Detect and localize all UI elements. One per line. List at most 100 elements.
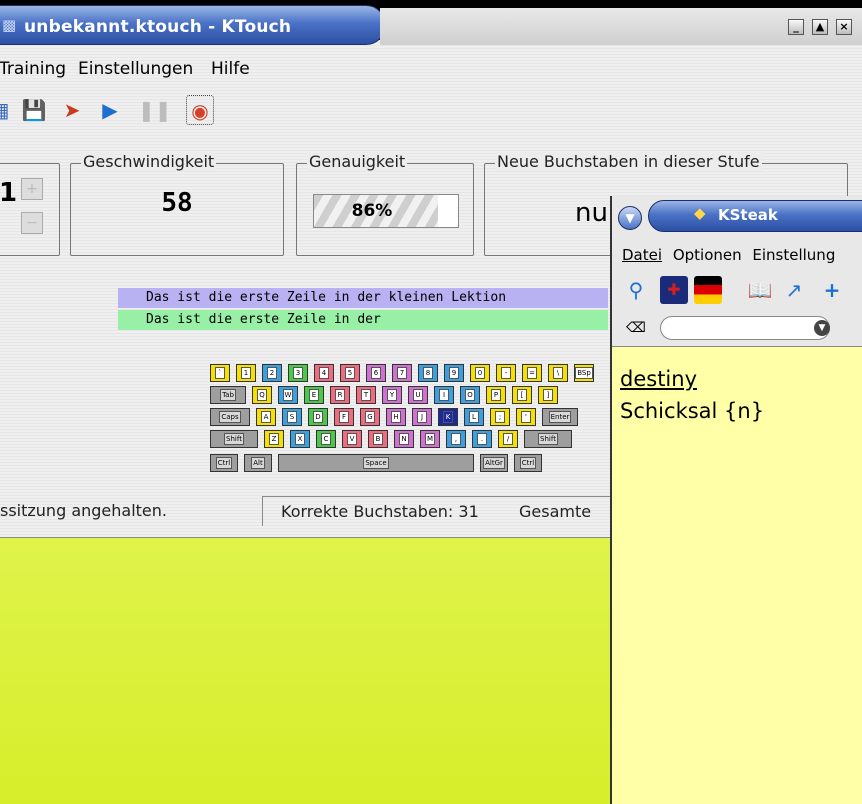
key-2: 2	[262, 364, 282, 382]
result-translation: Schicksal {n}	[620, 399, 765, 423]
save-icon[interactable]: 💾	[20, 95, 48, 125]
german-flag-icon[interactable]	[694, 276, 722, 304]
open-icon[interactable]: ▦	[0, 95, 14, 125]
key-ctrl: Ctrl	[210, 454, 238, 472]
menu-hilfe[interactable]: Hilfe	[211, 59, 250, 79]
accuracy-box: Genauigkeit 86%	[296, 152, 474, 256]
ksteak-app-icon: ◆	[694, 204, 706, 222]
key-4: 4	[314, 364, 334, 382]
add-icon[interactable]: +	[818, 276, 846, 304]
menu-einstellung[interactable]: Einstellung	[752, 246, 835, 264]
key-: [	[512, 386, 532, 404]
maximize-button[interactable]: ▲	[812, 19, 828, 35]
total-letters: Gesamte	[519, 502, 592, 521]
key-g: G	[360, 408, 380, 426]
menu-training[interactable]: Training	[0, 59, 66, 79]
clear-search-icon[interactable]: ⌫	[622, 314, 650, 342]
key-i: I	[434, 386, 454, 404]
key-n: N	[394, 430, 414, 448]
key-tab: Tab	[210, 386, 246, 404]
ksteak-titlebar[interactable]: ▼ ◆ KSteak	[612, 196, 862, 234]
key-enter: Enter	[542, 408, 578, 426]
key-p: P	[486, 386, 506, 404]
status-message: ssitzung angehalten.	[0, 501, 167, 520]
key-w: W	[278, 386, 298, 404]
ktouch-app-icon[interactable]: ▩	[2, 16, 20, 34]
new-letters-value: nu	[575, 198, 608, 228]
key-: \	[548, 364, 568, 382]
new-letters-label: Neue Buchstaben in dieser Stufe	[495, 152, 762, 171]
key-f: F	[334, 408, 354, 426]
key-shift: Shift	[210, 430, 258, 448]
key-: -	[496, 364, 516, 382]
level-down-button[interactable]: −	[21, 212, 43, 234]
key-alt: Alt	[244, 454, 272, 472]
search-input[interactable]	[660, 316, 830, 340]
speed-value: 58	[161, 188, 193, 218]
key-v: V	[342, 430, 362, 448]
color-icon[interactable]: ◉	[186, 95, 214, 125]
key-e: E	[304, 386, 324, 404]
key-l: L	[464, 408, 484, 426]
accuracy-value: 86%	[351, 201, 393, 221]
key-m: M	[420, 430, 440, 448]
english-flag-icon[interactable]: ✚	[660, 276, 688, 304]
key-shift: Shift	[524, 430, 572, 448]
key-y: Y	[382, 386, 402, 404]
level-up-button[interactable]: +	[21, 178, 43, 200]
translation-result: destiny Schicksal {n}	[612, 346, 862, 804]
ksteak-searchbar: ⌫ ▼	[622, 314, 862, 344]
key-j: J	[412, 408, 432, 426]
virtual-keyboard: ` 1 2 3 4 5 6 7 8 9 0- = \ BSp Tab Q W E R T Y U I O P [] Caps A S D F…	[210, 364, 594, 476]
key-7: 7	[392, 364, 412, 382]
key-: ;	[490, 408, 510, 426]
key-s: S	[282, 408, 302, 426]
key-c: C	[316, 430, 336, 448]
key-a: A	[256, 408, 276, 426]
key-: =	[522, 364, 542, 382]
key-9: 9	[444, 364, 464, 382]
key-: /	[498, 430, 518, 448]
ksteak-title: KSteak	[718, 206, 778, 224]
ktouch-titlebar[interactable]: ▩ unbekannt.ktouch - KTouch _ ▲ ×	[0, 0, 862, 45]
key-0: 0	[470, 364, 490, 382]
key-k: K	[438, 408, 458, 426]
toolbar: ▦ 💾 ➤ ▶ ❚❚ ◉	[0, 88, 862, 132]
menu-einstellungen[interactable]: Einstellungen	[78, 59, 193, 79]
level-box: 1 + −	[0, 163, 60, 256]
key-r: R	[330, 386, 350, 404]
speed-label: Geschwindigkeit	[81, 152, 217, 171]
close-button[interactable]: ×	[836, 19, 852, 35]
window-menu-button[interactable]: ▼	[618, 206, 642, 230]
key-space: Space	[278, 454, 474, 472]
key-z: Z	[264, 430, 284, 448]
history-dropdown-icon[interactable]: ▼	[814, 320, 830, 336]
book-icon[interactable]: 📖	[746, 276, 774, 304]
rocket-icon[interactable]: ➤	[58, 95, 86, 125]
level-value: 1	[0, 178, 18, 208]
key-d: D	[308, 408, 328, 426]
result-word[interactable]: destiny	[620, 363, 856, 395]
minimize-button[interactable]: _	[788, 19, 804, 35]
ksteak-menubar: Datei Optionen Einstellung	[622, 246, 841, 264]
accuracy-label: Genauigkeit	[307, 152, 408, 171]
menu-datei[interactable]: Datei	[622, 246, 662, 264]
key-q: Q	[252, 386, 272, 404]
key-altgr: AltGr	[480, 454, 508, 472]
key-8: 8	[418, 364, 438, 382]
key-: `	[210, 364, 230, 382]
ksteak-window: ▼ ◆ KSteak Datei Optionen Einstellung ⚲ …	[610, 196, 862, 804]
key-h: H	[386, 408, 406, 426]
key-caps: Caps	[210, 408, 250, 426]
correct-letters: Korrekte Buchstaben: 31	[281, 502, 479, 521]
key-u: U	[408, 386, 428, 404]
key-: '	[516, 408, 536, 426]
key-: .	[472, 430, 492, 448]
menu-optionen[interactable]: Optionen	[673, 246, 742, 264]
export-icon[interactable]: ↗	[780, 276, 808, 304]
pause-icon[interactable]: ❚❚	[138, 95, 172, 125]
play-icon[interactable]: ▶	[96, 95, 124, 125]
key-5: 5	[340, 364, 360, 382]
accuracy-progressbar: 86%	[313, 194, 459, 228]
search-icon[interactable]: ⚲	[622, 276, 650, 304]
